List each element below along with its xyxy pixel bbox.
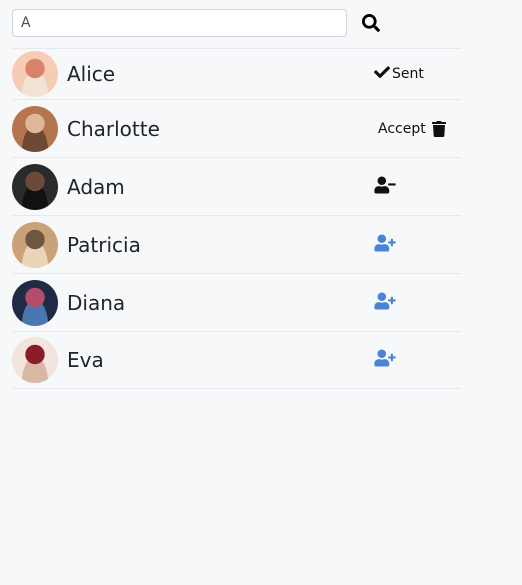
search-input[interactable] bbox=[12, 9, 347, 37]
avatar bbox=[12, 163, 58, 210]
user-minus-icon bbox=[374, 176, 396, 197]
avatar bbox=[12, 279, 58, 326]
sent-label: Sent bbox=[392, 66, 424, 82]
contact-row: Adam bbox=[12, 157, 461, 215]
check-icon bbox=[374, 65, 390, 83]
user-plus-icon bbox=[374, 349, 396, 371]
contact-row: Eva bbox=[12, 331, 461, 389]
avatar bbox=[12, 51, 58, 97]
contact-row: Diana bbox=[12, 273, 461, 331]
add-friend-button[interactable] bbox=[374, 234, 396, 255]
avatar bbox=[12, 337, 58, 383]
add-friend-button[interactable] bbox=[374, 349, 396, 371]
avatar bbox=[12, 105, 58, 152]
contact-name: Alice bbox=[67, 62, 116, 86]
contact-name: Diana bbox=[67, 290, 126, 315]
contact-name: Eva bbox=[67, 348, 104, 372]
contact-row: Alice Sent bbox=[12, 48, 461, 99]
trash-icon[interactable] bbox=[431, 120, 446, 137]
search-icon bbox=[362, 14, 380, 32]
contact-row: Charlotte Accept bbox=[12, 99, 461, 157]
contact-row: Patricia bbox=[12, 215, 461, 273]
friend-search-page: Alice Sent Charlotte Accept Adam Patricia Dian… bbox=[0, 0, 522, 585]
search-bar bbox=[12, 8, 462, 40]
contact-name: Charlotte bbox=[67, 116, 160, 141]
user-plus-icon bbox=[374, 292, 396, 313]
search-button[interactable] bbox=[360, 12, 382, 34]
avatar bbox=[12, 221, 58, 268]
accept-label: Accept bbox=[378, 120, 426, 137]
remove-friend-button[interactable] bbox=[374, 176, 396, 197]
request-sent-button[interactable]: Sent bbox=[374, 65, 424, 83]
user-plus-icon bbox=[374, 234, 396, 255]
contact-list: Alice Sent Charlotte Accept Adam Patricia Dian… bbox=[12, 48, 461, 389]
add-friend-button[interactable] bbox=[374, 292, 396, 313]
contact-name: Adam bbox=[67, 174, 125, 199]
contact-name: Patricia bbox=[67, 232, 141, 257]
accept-request-button[interactable]: Accept bbox=[378, 120, 446, 137]
